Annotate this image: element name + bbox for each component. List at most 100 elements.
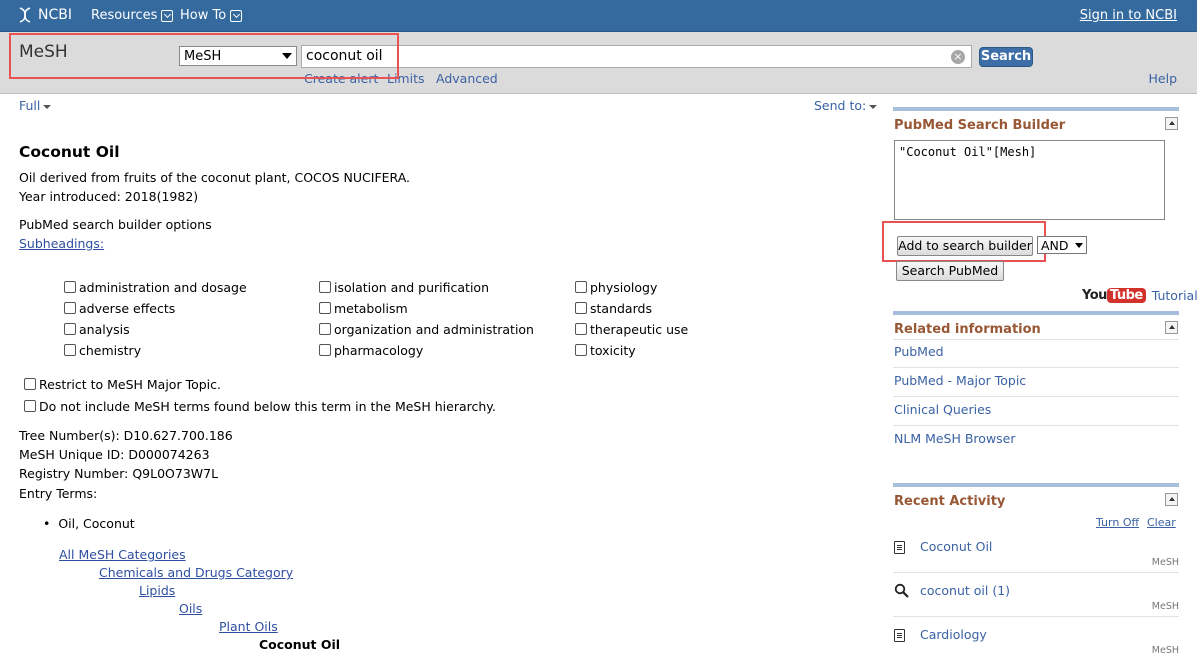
ncbi-logo[interactable]: NCBI bbox=[16, 6, 72, 24]
bullet-icon: • bbox=[43, 516, 51, 531]
subheading-label: toxicity bbox=[590, 343, 636, 358]
ncbi-logo-text: NCBI bbox=[38, 7, 72, 23]
year-introduced: Year introduced: 2018(1982) bbox=[19, 189, 199, 204]
collapse-icon[interactable] bbox=[1165, 321, 1178, 334]
subheading-option[interactable]: therapeutic use bbox=[575, 322, 688, 337]
tree-node-chemicals-drugs[interactable]: Chemicals and Drugs Category bbox=[99, 565, 293, 580]
select-arrow-icon bbox=[1075, 242, 1083, 248]
recent-item[interactable]: coconut oil (1) bbox=[920, 583, 1010, 598]
tutorial-link[interactable]: Tutorial bbox=[1152, 288, 1197, 303]
no-explode-checkbox[interactable] bbox=[24, 400, 36, 412]
operator-value: AND bbox=[1041, 237, 1069, 253]
search-pubmed-button[interactable]: Search PubMed bbox=[896, 261, 1004, 281]
checkbox[interactable] bbox=[319, 281, 331, 293]
subheading-option[interactable]: toxicity bbox=[575, 343, 636, 358]
checkbox[interactable] bbox=[64, 344, 76, 356]
subheading-option[interactable]: analysis bbox=[64, 322, 130, 337]
subheading-option[interactable]: pharmacology bbox=[319, 343, 423, 358]
howto-menu[interactable]: How To bbox=[180, 8, 243, 23]
no-explode-option[interactable]: Do not include MeSH terms found below th… bbox=[24, 399, 496, 414]
related-link-clinical-queries[interactable]: Clinical Queries bbox=[894, 402, 991, 417]
ncbi-helix-icon bbox=[19, 7, 31, 23]
format-label: Full bbox=[19, 98, 41, 113]
subheading-option[interactable]: chemistry bbox=[64, 343, 141, 358]
recent-item[interactable]: Coconut Oil bbox=[920, 539, 992, 554]
related-link-mesh-browser[interactable]: NLM MeSH Browser bbox=[894, 431, 1016, 446]
subheading-label: analysis bbox=[79, 322, 130, 337]
recent-item[interactable]: Cardiology bbox=[920, 627, 987, 642]
tree-node-all-categories[interactable]: All MeSH Categories bbox=[59, 547, 186, 562]
subheading-label: administration and dosage bbox=[79, 280, 247, 295]
youtube-tutorial[interactable]: You Tube Tutorial bbox=[1082, 287, 1197, 303]
checkbox[interactable] bbox=[64, 323, 76, 335]
checkbox[interactable] bbox=[64, 302, 76, 314]
restrict-major-option[interactable]: Restrict to MeSH Major Topic. bbox=[24, 377, 221, 392]
sign-in-link[interactable]: Sign in to NCBI bbox=[1080, 8, 1177, 23]
checkbox[interactable] bbox=[575, 302, 587, 314]
howto-label: How To bbox=[180, 8, 227, 23]
youtube-you: You bbox=[1082, 288, 1107, 303]
search-icon bbox=[894, 583, 909, 598]
section-rule bbox=[893, 483, 1179, 487]
record-description: Oil derived from fruits of the coconut p… bbox=[19, 170, 411, 185]
resources-menu[interactable]: Resources bbox=[91, 8, 174, 23]
format-menu[interactable]: Full bbox=[19, 98, 52, 113]
tree-node-plant-oils[interactable]: Plant Oils bbox=[219, 619, 278, 634]
subheading-label: pharmacology bbox=[334, 343, 424, 358]
tree-node-lipids[interactable]: Lipids bbox=[139, 583, 175, 598]
turn-off-link[interactable]: Turn Off bbox=[1096, 516, 1139, 529]
related-link-major-topic[interactable]: PubMed - Major Topic bbox=[894, 373, 1026, 388]
tree-node-oils[interactable]: Oils bbox=[179, 601, 202, 616]
checkbox[interactable] bbox=[575, 344, 587, 356]
entry-term-item: • Oil, Coconut bbox=[43, 516, 135, 531]
restrict-major-checkbox[interactable] bbox=[24, 378, 36, 390]
chevron-down-icon bbox=[43, 104, 52, 109]
subheading-option[interactable]: organization and administration bbox=[319, 322, 534, 337]
subheading-label: adverse effects bbox=[79, 301, 176, 316]
search-builder-textarea[interactable]: "Coconut Oil"[Mesh] bbox=[894, 140, 1165, 220]
subheading-label: isolation and purification bbox=[334, 280, 489, 295]
chevron-down-icon bbox=[869, 104, 878, 109]
advanced-link[interactable]: Advanced bbox=[436, 71, 498, 86]
section-rule bbox=[893, 311, 1179, 315]
subheadings-link[interactable]: Subheadings: bbox=[19, 236, 104, 251]
related-info-title: Related information bbox=[894, 322, 1041, 337]
document-icon bbox=[894, 541, 905, 554]
ncbi-header: NCBI Resources How To Sign in to NCBI bbox=[0, 0, 1197, 32]
send-to-menu[interactable]: Send to: bbox=[814, 98, 878, 113]
subheading-option[interactable]: metabolism bbox=[319, 301, 408, 316]
section-rule bbox=[893, 107, 1179, 111]
add-to-builder-button[interactable]: Add to search builder bbox=[897, 236, 1033, 256]
search-button[interactable]: Search bbox=[979, 47, 1033, 67]
subheading-option[interactable]: isolation and purification bbox=[319, 280, 489, 295]
highlight-box-search bbox=[9, 33, 399, 79]
subheading-label: physiology bbox=[590, 280, 658, 295]
entry-terms-label: Entry Terms: bbox=[19, 486, 98, 501]
clear-search-icon[interactable]: × bbox=[951, 50, 965, 64]
subheading-option[interactable]: adverse effects bbox=[64, 301, 175, 316]
subheading-label: standards bbox=[590, 301, 652, 316]
divider bbox=[893, 339, 1179, 340]
checkbox[interactable] bbox=[319, 323, 331, 335]
checkbox[interactable] bbox=[575, 281, 587, 293]
chevron-down-icon bbox=[161, 9, 174, 22]
help-link[interactable]: Help bbox=[1149, 71, 1178, 86]
youtube-tube: Tube bbox=[1106, 288, 1146, 303]
collapse-icon[interactable] bbox=[1165, 493, 1178, 506]
subheading-label: metabolism bbox=[334, 301, 408, 316]
operator-select[interactable]: AND bbox=[1037, 236, 1087, 254]
clear-link[interactable]: Clear bbox=[1147, 516, 1176, 529]
checkbox[interactable] bbox=[319, 302, 331, 314]
search-input[interactable]: coconut oil bbox=[301, 45, 972, 68]
divider bbox=[893, 616, 1179, 617]
collapse-icon[interactable] bbox=[1165, 117, 1178, 130]
subheading-option[interactable]: standards bbox=[575, 301, 652, 316]
related-link-pubmed[interactable]: PubMed bbox=[894, 344, 944, 359]
checkbox[interactable] bbox=[319, 344, 331, 356]
subheading-option[interactable]: administration and dosage bbox=[64, 280, 247, 295]
send-to-label: Send to: bbox=[814, 98, 867, 113]
document-icon bbox=[894, 629, 905, 642]
checkbox[interactable] bbox=[64, 281, 76, 293]
subheading-option[interactable]: physiology bbox=[575, 280, 657, 295]
checkbox[interactable] bbox=[575, 323, 587, 335]
